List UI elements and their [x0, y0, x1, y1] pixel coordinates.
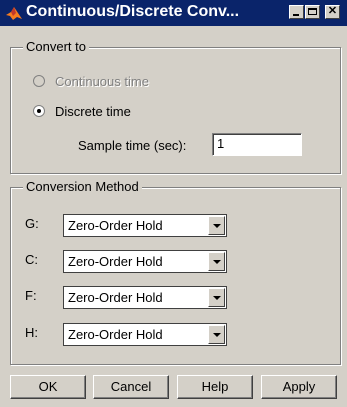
chevron-down-icon — [213, 296, 221, 300]
conversion-method-legend: Conversion Method — [23, 179, 142, 194]
f-dropdown-button[interactable] — [208, 288, 225, 307]
maximize-icon — [308, 8, 317, 15]
chevron-down-icon — [213, 224, 221, 228]
help-button[interactable]: Help — [177, 375, 253, 399]
f-method-select[interactable]: Zero-Order Hold — [63, 286, 227, 309]
c-label: C: — [25, 252, 38, 267]
matlab-icon — [6, 7, 22, 20]
g-label: G: — [25, 216, 39, 231]
ok-button[interactable]: OK — [10, 375, 86, 399]
chevron-down-icon — [213, 260, 221, 264]
chevron-down-icon — [213, 333, 221, 337]
sample-time-input[interactable]: 1 — [212, 133, 302, 156]
f-method-value: Zero-Order Hold — [68, 290, 163, 305]
maximize-button[interactable] — [305, 5, 320, 19]
g-dropdown-button[interactable] — [208, 216, 225, 235]
f-label: F: — [25, 288, 37, 303]
h-method-value: Zero-Order Hold — [68, 327, 163, 342]
h-label: H: — [25, 325, 38, 340]
c-method-value: Zero-Order Hold — [68, 254, 163, 269]
h-dropdown-button[interactable] — [208, 325, 225, 344]
continuous-time-label: Continuous time — [55, 74, 149, 89]
close-button[interactable]: ✕ — [325, 5, 340, 19]
c-dropdown-button[interactable] — [208, 252, 225, 271]
radio-circle — [33, 75, 45, 87]
conversion-method-group: Conversion Method G: Zero-Order Hold C: … — [10, 179, 341, 365]
radio-circle — [33, 105, 45, 117]
discrete-time-label: Discrete time — [55, 104, 131, 119]
g-method-select[interactable]: Zero-Order Hold — [63, 214, 227, 237]
apply-button[interactable]: Apply — [261, 375, 337, 399]
cancel-button[interactable]: Cancel — [93, 375, 169, 399]
convert-to-legend: Convert to — [23, 39, 89, 54]
minimize-button[interactable] — [289, 5, 304, 19]
g-method-value: Zero-Order Hold — [68, 218, 163, 233]
title-bar[interactable]: Continuous/Discrete Conv... ✕ — [0, 0, 347, 26]
c-method-select[interactable]: Zero-Order Hold — [63, 250, 227, 273]
close-icon: ✕ — [327, 5, 338, 17]
continuous-time-radio[interactable]: Continuous time — [33, 74, 233, 92]
minimize-icon — [293, 14, 299, 16]
dialog-window: Continuous/Discrete Conv... ✕ Convert to… — [0, 0, 347, 407]
convert-to-group: Convert to Continuous time Discrete time… — [10, 39, 341, 174]
sample-time-label: Sample time (sec): — [78, 138, 187, 153]
radio-selected-dot — [37, 109, 41, 113]
discrete-time-radio[interactable]: Discrete time — [33, 104, 233, 122]
h-method-select[interactable]: Zero-Order Hold — [63, 323, 227, 346]
window-title: Continuous/Discrete Conv... — [26, 3, 240, 20]
